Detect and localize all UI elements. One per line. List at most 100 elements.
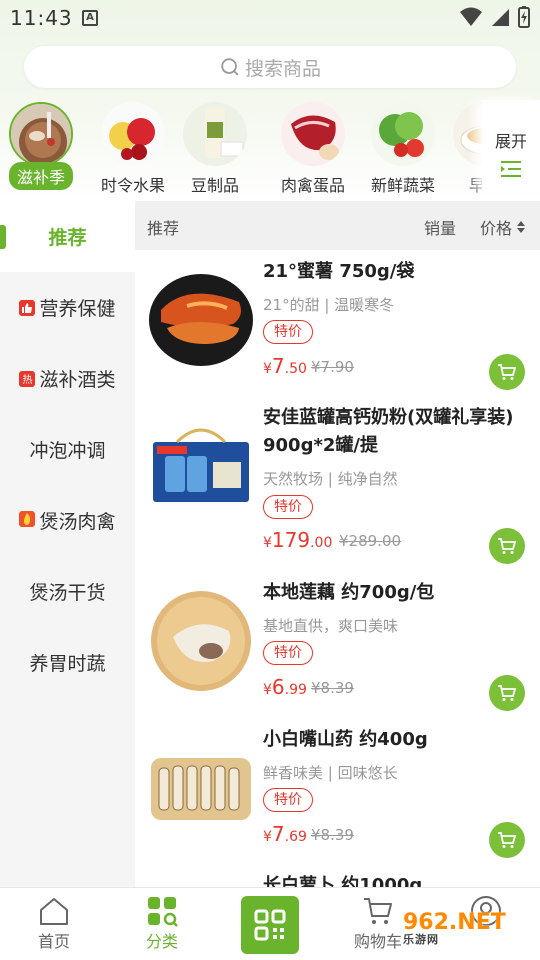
add-to-cart-button[interactable]: [489, 675, 525, 711]
special-price-badge: 特价: [263, 320, 313, 344]
original-price: ¥8.39: [311, 826, 354, 844]
sidebar-item-label: 养胃时蔬: [29, 653, 106, 675]
category-item-tofu[interactable]: 豆制品: [174, 102, 256, 196]
sort-by-sales[interactable]: 销量: [424, 215, 456, 239]
watermark-logo: 962.NET 乐游网: [403, 910, 506, 947]
product-image: [147, 262, 255, 370]
category-sidebar: 推荐 营养保健 热 滋补酒类 冲泡冲调 煲汤肉禽 煲汤干货 养胃时蔬: [0, 201, 135, 887]
product-price: ¥6.99: [263, 675, 307, 699]
sidebar-item-label: 滋补酒类: [39, 369, 116, 391]
category-image: [183, 102, 247, 166]
cart-icon: [498, 364, 517, 380]
category-image: [453, 102, 482, 166]
sort-bar: 推荐 销量 价格: [135, 201, 540, 250]
status-bar: 11:43 A: [0, 0, 540, 36]
nav-label: 分类: [145, 932, 178, 951]
sort-by-price[interactable]: 价格: [480, 215, 526, 239]
sidebar-item-drinks[interactable]: 冲泡冲调: [0, 414, 135, 485]
special-price-badge: 特价: [263, 495, 313, 519]
expand-label: 展开: [494, 132, 527, 151]
product-item[interactable]: 安佳蓝罐高钙奶粉(双罐礼享装) 900g*2罐/提 天然牧场 | 纯净自然 特价…: [135, 396, 540, 564]
original-price: ¥8.39: [311, 679, 354, 697]
price-decimal: .99: [284, 682, 307, 698]
original-price: ¥289.00: [339, 532, 402, 550]
product-image: [147, 587, 255, 695]
product-item[interactable]: 21°蜜薯 750g/袋 21°的甜 | 温暖寒冬 特价 ¥7.50 ¥7.90: [135, 250, 540, 396]
category-grid-icon: [148, 897, 178, 927]
add-to-cart-button[interactable]: [489, 822, 525, 858]
nav-label: 首页: [37, 932, 70, 951]
product-name: 小白嘴山药 约400g: [263, 729, 428, 750]
product-item[interactable]: 长白萝卜 约1000g: [135, 864, 540, 887]
signal-icon: [492, 9, 509, 26]
product-subtitle: 鲜香味美 | 回味悠长: [263, 764, 398, 782]
notification-a-icon: A: [82, 10, 98, 26]
price-decimal: .69: [284, 829, 307, 845]
sort-title: 推荐: [147, 219, 180, 238]
search-placeholder: 搜索商品: [244, 57, 321, 80]
category-label: 豆制品: [190, 176, 239, 195]
sidebar-item-stomach-veg[interactable]: 养胃时蔬: [0, 627, 135, 698]
product-item[interactable]: 小白嘴山药 约400g 鲜香味美 | 回味悠长 特价 ¥7.69 ¥8.39: [135, 718, 540, 864]
product-name: 安佳蓝罐高钙奶粉(双罐礼享装) 900g*2罐/提: [263, 407, 514, 456]
sidebar-item-nutrition[interactable]: 营养保健: [0, 272, 135, 343]
price-integer: 6: [271, 675, 285, 699]
category-item-breakfast[interactable]: 早餐: [444, 102, 482, 196]
sort-arrows-icon: [517, 221, 526, 233]
category-label: 滋补季: [8, 162, 73, 190]
sidebar-item-soup-meat[interactable]: 煲汤肉禽: [0, 485, 135, 556]
price-integer: 179: [271, 528, 311, 552]
price-integer: 7: [271, 354, 285, 378]
expand-list-icon: [501, 161, 521, 177]
product-name: 本地莲藕 约700g/包: [263, 582, 435, 603]
battery-icon: [518, 6, 530, 28]
search-bar[interactable]: 搜索商品: [24, 46, 516, 88]
category-item-meat[interactable]: 肉禽蛋品: [272, 102, 354, 196]
cart-icon: [498, 538, 517, 554]
nav-category[interactable]: 分类: [108, 894, 216, 952]
nav-home[interactable]: 首页: [0, 894, 108, 952]
category-image: [281, 102, 345, 166]
wifi-icon: [460, 7, 482, 26]
category-item-fruit[interactable]: 时令水果: [92, 102, 174, 196]
add-to-cart-button[interactable]: [489, 528, 525, 564]
sidebar-item-wine[interactable]: 热 滋补酒类: [0, 343, 135, 414]
thumbs-up-icon: [19, 299, 36, 316]
category-strip[interactable]: 滋补季 时令水果 豆制品 肉禽蛋品 新鲜蔬菜 早餐: [0, 100, 482, 200]
scan-qr-button[interactable]: [241, 896, 299, 954]
special-price-badge: 特价: [263, 788, 313, 812]
sidebar-item-label: 推荐: [48, 227, 87, 249]
sidebar-item-label: 煲汤干货: [29, 582, 106, 604]
fire-icon: [19, 510, 36, 532]
sidebar-item-soup-dry[interactable]: 煲汤干货: [0, 556, 135, 627]
search-icon: [221, 58, 239, 76]
product-price: ¥7.69: [263, 822, 307, 846]
product-subtitle: 基地直供，爽口美味: [263, 617, 399, 635]
category-label: 肉禽蛋品: [280, 176, 345, 195]
category-label: 早餐: [468, 176, 482, 195]
cart-icon: [498, 685, 517, 701]
price-decimal: .50: [284, 361, 307, 377]
category-item-tonic[interactable]: 滋补季: [0, 102, 82, 190]
product-price: ¥179.00: [263, 528, 332, 552]
product-item[interactable]: 本地莲藕 约700g/包 基地直供，爽口美味 特价 ¥6.99 ¥8.39: [135, 571, 540, 717]
cart-icon: [498, 832, 517, 848]
system-icons: [460, 6, 530, 28]
price-decimal: .00: [310, 535, 333, 551]
product-subtitle: 天然牧场 | 纯净自然: [263, 470, 398, 488]
original-price: ¥7.90: [311, 358, 354, 376]
category-label: 时令水果: [100, 176, 165, 195]
special-price-badge: 特价: [263, 641, 313, 665]
qr-code-icon: [254, 909, 286, 941]
sort-price-label: 价格: [480, 219, 513, 238]
sidebar-item-recommend[interactable]: 推荐: [0, 201, 135, 272]
expand-categories-button[interactable]: 展开: [482, 100, 540, 192]
product-name: 21°蜜薯 750g/袋: [263, 261, 415, 282]
add-to-cart-button[interactable]: [489, 354, 525, 390]
category-image: [371, 102, 435, 166]
category-item-veg[interactable]: 新鲜蔬菜: [362, 102, 444, 196]
product-subtitle: 21°的甜 | 温暖寒冬: [263, 296, 395, 314]
category-label: 新鲜蔬菜: [370, 176, 435, 195]
shopping-cart-icon: [364, 898, 392, 924]
sidebar-item-label: 冲泡冲调: [29, 440, 106, 462]
